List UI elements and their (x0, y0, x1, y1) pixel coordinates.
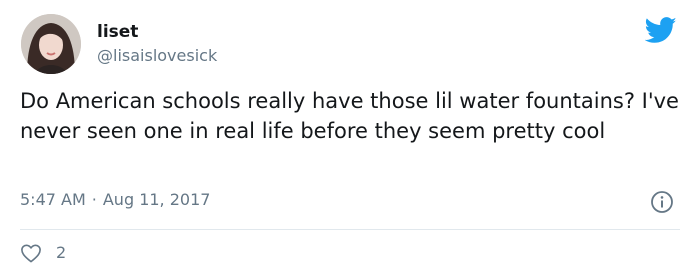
like-count: 2 (56, 243, 67, 262)
user-handle[interactable]: @lisaislovesick (97, 46, 217, 66)
display-name[interactable]: liset (97, 22, 138, 42)
heart-icon[interactable] (20, 243, 42, 263)
tweet-time[interactable]: 5:47 AM (20, 190, 86, 209)
tweet-date[interactable]: Aug 11, 2017 (103, 190, 211, 209)
like-button[interactable]: 2 (20, 243, 66, 263)
tweet-timestamp[interactable]: 5:47 AM · Aug 11, 2017 (20, 190, 210, 210)
meta-separator: · (91, 190, 97, 209)
tweet-text: Do American schools really have those li… (20, 89, 679, 143)
info-icon[interactable] (650, 190, 674, 214)
twitter-bird-icon[interactable] (645, 17, 677, 44)
avatar[interactable] (21, 14, 81, 74)
divider (20, 229, 680, 230)
tweet-card: liset @lisaislovesick Do American school… (0, 0, 700, 280)
